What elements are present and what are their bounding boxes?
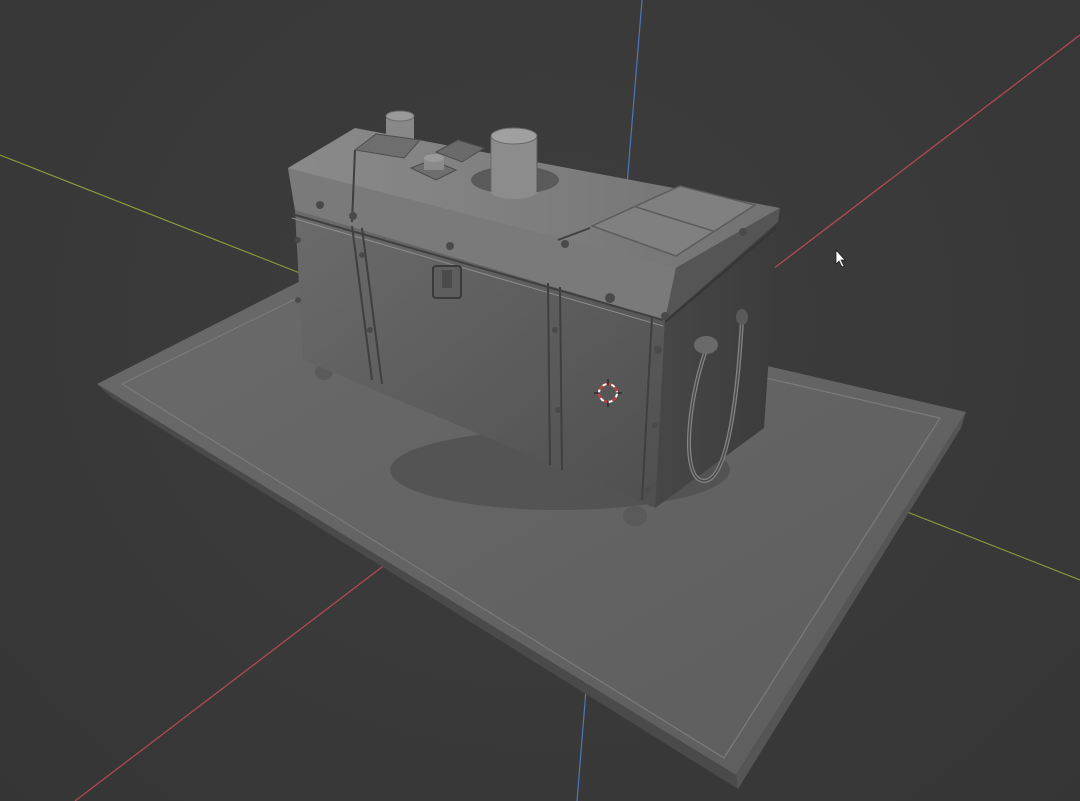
mouse-pointer-icon <box>835 248 846 268</box>
3d-viewport[interactable] <box>0 0 1080 801</box>
chest-foot <box>623 506 647 526</box>
viewport-canvas[interactable] <box>0 0 1080 801</box>
